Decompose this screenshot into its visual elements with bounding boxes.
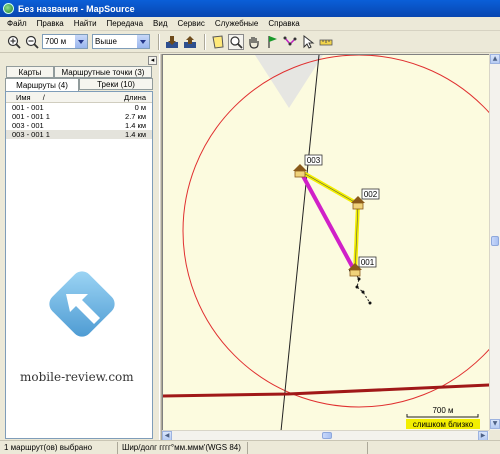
list-item[interactable]: 003 - 001 1.4 км	[6, 121, 152, 130]
toolbar: 700 м Выше	[0, 31, 500, 53]
route-length: 2.7 км	[125, 112, 146, 121]
zoom-scale-select[interactable]: 700 м	[42, 34, 88, 49]
route-name: 003 - 001 1	[12, 130, 50, 139]
zoom-in-icon[interactable]	[6, 34, 22, 50]
zoom-out-icon[interactable]	[24, 34, 40, 50]
status-coords: Шир/долг гггг°мм.ммм'(WGS 84)	[118, 441, 248, 454]
menu-view[interactable]: Вид	[148, 19, 172, 28]
list-item[interactable]: 001 - 001 0 м	[6, 103, 152, 112]
measure-tool-icon[interactable]	[318, 34, 334, 50]
watermark-logo-mark	[49, 271, 115, 337]
menu-transfer[interactable]: Передача	[102, 19, 148, 28]
horizontal-scroll-thumb[interactable]	[322, 432, 332, 439]
menu-file[interactable]: Файл	[2, 19, 32, 28]
road-line	[280, 55, 320, 430]
menu-find[interactable]: Найти	[69, 19, 102, 28]
detail-level-value: Выше	[95, 37, 117, 46]
map-canvas[interactable]: 003 002 001 700 м слишком близко	[163, 55, 489, 430]
route-length: 0 м	[134, 103, 146, 112]
scroll-down-icon[interactable]: ▼	[490, 419, 500, 429]
route-length: 1.4 км	[125, 121, 146, 130]
status-empty-cell	[248, 441, 368, 454]
left-panel: ◂ Карты Маршрутные точки (3) Маршруты (4…	[0, 54, 159, 440]
menu-utilities[interactable]: Служебные	[210, 19, 263, 28]
column-header-name[interactable]: Имя /	[6, 93, 106, 102]
track-point	[355, 285, 359, 289]
route-name: 001 - 001 1	[12, 112, 50, 121]
column-name-label: Имя	[16, 92, 31, 102]
menu-bar: Файл Правка Найти Передача Вид Сервис Сл…	[0, 17, 500, 31]
receive-from-device-icon[interactable]	[164, 34, 180, 50]
scroll-up-icon[interactable]: ▲	[490, 54, 500, 64]
status-bar: 1 маршрут(ов) выбрано Шир/долг гггг°мм.м…	[0, 440, 500, 454]
toolbar-separator	[158, 33, 160, 50]
list-header: Имя / Длина	[6, 92, 152, 103]
main-road	[163, 383, 489, 398]
track-point	[357, 277, 361, 281]
watermark-logo: mobile-review.com	[20, 264, 135, 394]
app-icon	[3, 3, 14, 14]
tab-routes[interactable]: Маршруты (4)	[5, 78, 79, 91]
detail-level-select[interactable]: Выше	[92, 34, 150, 49]
title-bar: Без названия - MapSource	[0, 0, 500, 17]
select-arrow-icon[interactable]	[300, 34, 316, 50]
sort-marker: /	[42, 92, 45, 102]
tab-maps[interactable]: Карты	[6, 66, 54, 78]
menu-help[interactable]: Справка	[263, 19, 304, 28]
tab-tracks[interactable]: Треки (10)	[79, 78, 153, 90]
waypoint-003-label: 003	[307, 156, 321, 165]
track-point	[361, 290, 365, 294]
tab-waypoints[interactable]: Маршрутные точки (3)	[54, 66, 152, 78]
toolbar-separator	[204, 33, 206, 50]
column-header-length[interactable]: Длина	[106, 93, 152, 102]
route-length: 1.4 км	[125, 130, 146, 139]
proximity-circle	[182, 55, 489, 408]
window-title: Без названия - MapSource	[18, 3, 135, 14]
map-tool-icon[interactable]	[210, 34, 226, 50]
zoom-scale-value: 700 м	[45, 37, 67, 46]
hand-tool-icon[interactable]	[246, 34, 262, 50]
route-segment-magenta	[301, 175, 355, 269]
waypoint-flag-icon[interactable]	[264, 34, 280, 50]
status-selection: 1 маршрут(ов) выбрано	[0, 441, 118, 454]
zoom-tool-icon[interactable]	[228, 33, 244, 50]
waypoint-001-label: 001	[361, 258, 375, 267]
scale-label: 700 м	[432, 406, 453, 415]
route-name: 001 - 001	[12, 103, 44, 112]
collapse-panel-button[interactable]: ◂	[148, 56, 157, 65]
watermark-site: mobile-review.com	[20, 370, 134, 384]
route-tool-icon[interactable]	[282, 34, 298, 50]
route-name: 003 - 001	[12, 121, 44, 130]
zoom-warning: слишком близко	[413, 420, 474, 429]
horizontal-scrollbar[interactable]: ◀ ▶	[162, 430, 489, 441]
map-view[interactable]: 003 002 001 700 м слишком близко	[162, 54, 489, 430]
list-item[interactable]: 001 - 001 1 2.7 км	[6, 112, 152, 121]
list-item-selected[interactable]: 003 - 001 1 1.4 км	[6, 130, 152, 139]
chevron-down-icon[interactable]	[137, 35, 149, 48]
track-point	[368, 301, 372, 305]
menu-edit[interactable]: Правка	[32, 19, 69, 28]
vertical-scrollbar[interactable]: ▲ ▼	[489, 54, 500, 430]
waypoint-002-label: 002	[364, 190, 378, 199]
send-to-device-icon[interactable]	[182, 34, 198, 50]
vertical-scroll-thumb[interactable]	[491, 236, 499, 246]
waypoint-003-icon[interactable]	[293, 164, 307, 178]
chevron-down-icon[interactable]	[75, 35, 87, 48]
menu-service[interactable]: Сервис	[173, 19, 210, 28]
